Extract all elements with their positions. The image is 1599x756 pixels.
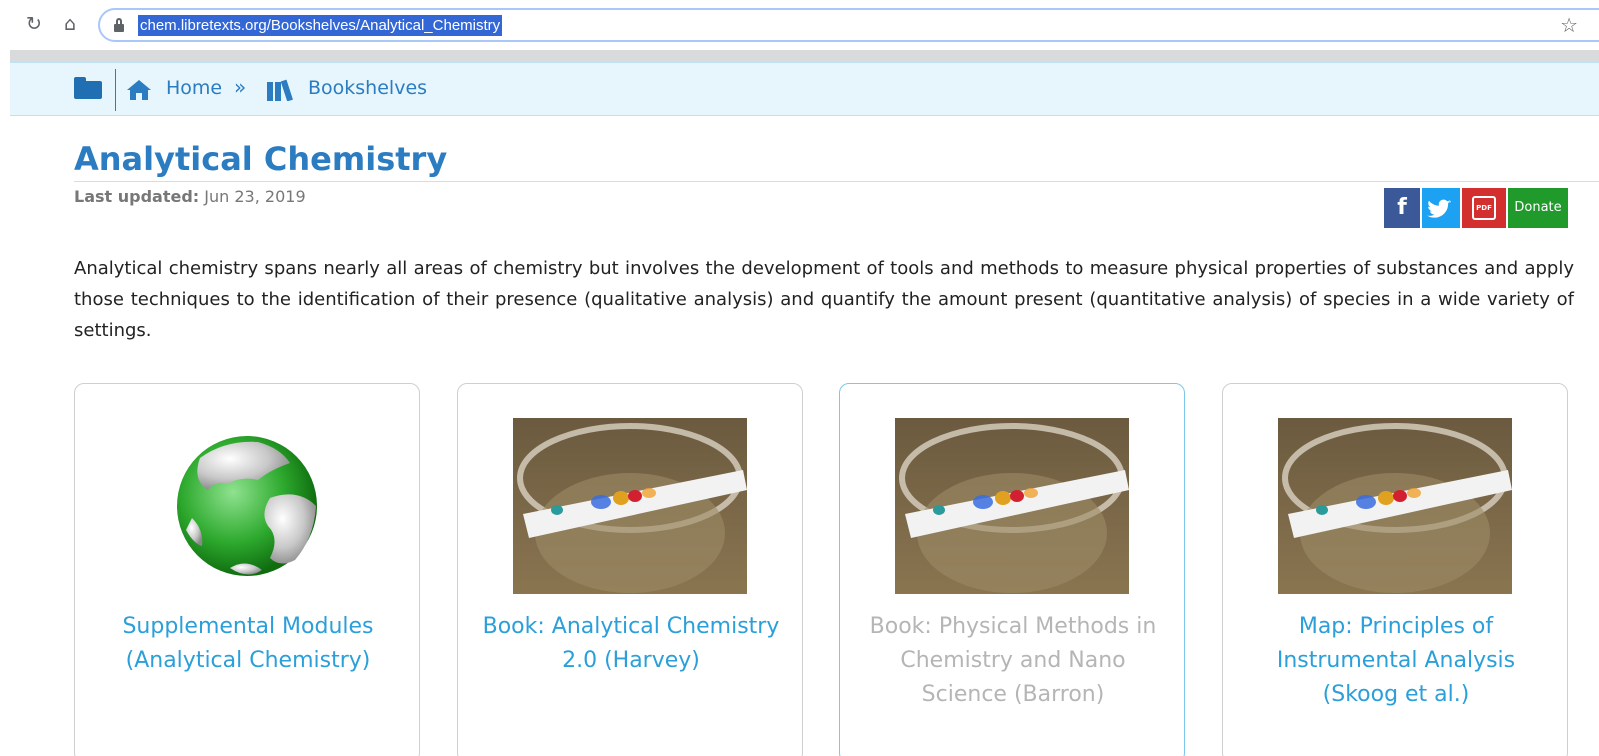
reload-icon[interactable]: ↻ bbox=[22, 12, 46, 36]
donate-button[interactable]: Donate bbox=[1508, 188, 1568, 228]
card-title[interactable]: Map: Principles of Instrumental Analysis… bbox=[1243, 610, 1549, 712]
breadcrumb-home-link[interactable]: Home bbox=[166, 77, 222, 99]
card-supplemental-modules[interactable]: Supplemental Modules (Analytical Chemist… bbox=[74, 383, 420, 756]
header-strip bbox=[10, 50, 1599, 62]
star-icon[interactable]: ☆ bbox=[1560, 13, 1578, 37]
books-icon bbox=[267, 79, 293, 101]
card-instrumental-analysis-skoog[interactable]: Map: Principles of Instrumental Analysis… bbox=[1222, 383, 1568, 756]
browser-toolbar: ↻ ⌂ chem.libretexts.org/Bookshelves/Anal… bbox=[0, 0, 1599, 50]
card-title[interactable]: Book: Analytical Chemistry 2.0 (Harvey) bbox=[478, 610, 784, 678]
folder-icon[interactable] bbox=[74, 77, 102, 99]
card-physical-methods-barron[interactable]: Book: Physical Methods in Chemistry and … bbox=[839, 383, 1185, 756]
title-divider bbox=[74, 181, 1599, 182]
card-analytical-chemistry-harvey[interactable]: Book: Analytical Chemistry 2.0 (Harvey) bbox=[457, 383, 803, 756]
last-updated: Last updated: Jun 23, 2019 bbox=[74, 187, 306, 206]
breadcrumb-separator: » bbox=[234, 75, 247, 99]
chromatography-image[interactable] bbox=[895, 418, 1129, 594]
chromatography-image[interactable] bbox=[1278, 418, 1512, 594]
twitter-share-button[interactable] bbox=[1422, 188, 1460, 228]
home-icon bbox=[127, 80, 151, 100]
page-title: Analytical Chemistry bbox=[74, 140, 448, 178]
breadcrumb: Home » Bookshelves bbox=[10, 62, 1599, 116]
last-updated-label: Last updated: bbox=[74, 187, 200, 206]
last-updated-date: Jun 23, 2019 bbox=[204, 187, 306, 206]
pdf-button[interactable]: PDF bbox=[1462, 188, 1506, 228]
card-title[interactable]: Book: Physical Methods in Chemistry and … bbox=[860, 610, 1166, 712]
pdf-icon: PDF bbox=[1472, 196, 1496, 220]
address-bar[interactable]: chem.libretexts.org/Bookshelves/Analytic… bbox=[98, 8, 1599, 42]
twitter-icon bbox=[1427, 199, 1451, 218]
breadcrumb-bookshelves-link[interactable]: Bookshelves bbox=[308, 77, 427, 99]
lock-icon bbox=[114, 18, 124, 32]
breadcrumb-divider bbox=[115, 69, 116, 111]
url-text[interactable]: chem.libretexts.org/Bookshelves/Analytic… bbox=[138, 15, 503, 36]
facebook-share-button[interactable]: f bbox=[1384, 188, 1420, 228]
browser-home-icon[interactable]: ⌂ bbox=[58, 12, 82, 36]
card-title[interactable]: Supplemental Modules (Analytical Chemist… bbox=[95, 610, 401, 678]
chromatography-image[interactable] bbox=[513, 418, 747, 594]
globe-image[interactable] bbox=[130, 418, 364, 594]
facebook-icon: f bbox=[1397, 195, 1407, 220]
intro-paragraph: Analytical chemistry spans nearly all ar… bbox=[74, 258, 1574, 341]
